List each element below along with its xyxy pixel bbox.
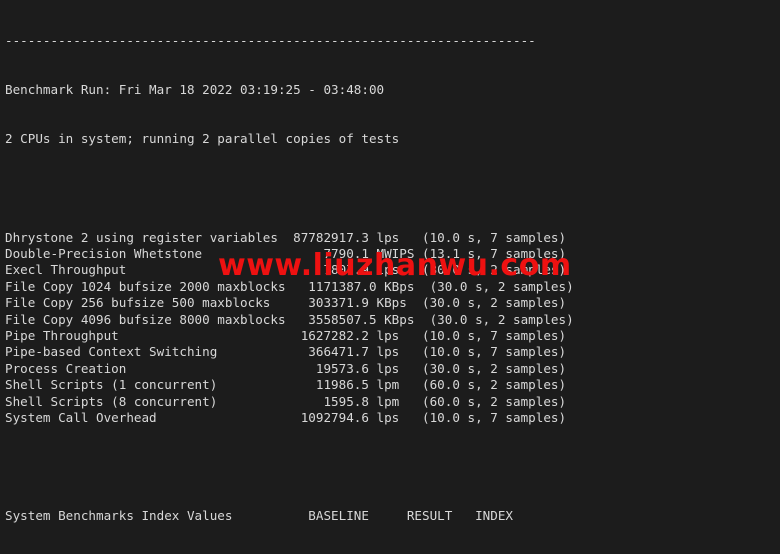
raw-result-row: File Copy 1024 bufsize 2000 maxblocks 11… xyxy=(5,278,574,294)
terminal-output: ----------------------------------------… xyxy=(5,0,574,554)
raw-result-row: System Call Overhead 1092794.6 lps (10.0… xyxy=(5,409,567,425)
raw-result-row: Dhrystone 2 using register variables 877… xyxy=(5,229,567,245)
raw-result-row: Shell Scripts (1 concurrent) 11986.5 lpm… xyxy=(5,377,567,393)
cpu-info-line: 2 CPUs in system; running 2 parallel cop… xyxy=(5,131,400,147)
raw-result-row: Shell Scripts (8 concurrent) 1595.8 lpm … xyxy=(5,393,567,409)
benchmark-run-line: Benchmark Run: Fri Mar 18 2022 03:19:25 … xyxy=(5,82,385,98)
terminal-window: ----------------------------------------… xyxy=(0,0,780,554)
raw-result-row: File Copy 4096 bufsize 8000 maxblocks 35… xyxy=(5,311,574,327)
raw-result-row: Pipe-based Context Switching 366471.7 lp… xyxy=(5,344,567,360)
raw-results-block: Dhrystone 2 using register variables 877… xyxy=(5,230,574,427)
raw-result-row: Double-Precision Whetstone 7790.1 MWIPS … xyxy=(5,246,567,262)
raw-result-row: Process Creation 19573.6 lps (30.0 s, 2 … xyxy=(5,360,567,376)
raw-result-row: File Copy 256 bufsize 500 maxblocks 3033… xyxy=(5,295,567,311)
index-table-header: System Benchmarks Index Values BASELINE … xyxy=(5,508,513,524)
raw-result-row: Execl Throughput 7807.9 lps (30.0 s, 2 s… xyxy=(5,262,567,278)
raw-result-row: Pipe Throughput 1627282.2 lps (10.0 s, 7… xyxy=(5,327,567,343)
separator-line-top: ----------------------------------------… xyxy=(5,32,536,48)
